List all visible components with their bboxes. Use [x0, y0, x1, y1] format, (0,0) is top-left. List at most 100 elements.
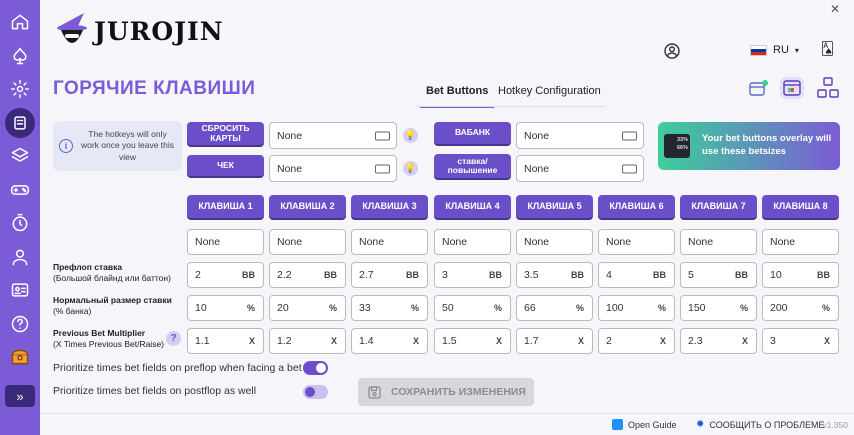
row-1-key-8-field[interactable]: 200%	[762, 295, 839, 321]
row-1-key-6-field[interactable]: 100%	[598, 295, 675, 321]
field-unit: %	[246, 303, 255, 313]
preflop-bet-label: Префлоп ставка (Большой блайнд или баттон…	[53, 262, 171, 285]
tab-bet-buttons[interactable]: Bet Buttons	[419, 85, 495, 108]
row-0-key-4-field[interactable]: 3 BB	[434, 262, 511, 288]
language-selector[interactable]: RU ▾	[750, 44, 799, 56]
key-8-button[interactable]: КЛАВИША 8	[762, 195, 839, 218]
close-window-icon[interactable]: ✕	[830, 2, 840, 16]
row-2-key-4-field[interactable]: 1.5 X	[434, 328, 511, 354]
key-1-button[interactable]: КЛАВИША 1	[187, 195, 264, 218]
field-unit: BB	[653, 270, 666, 280]
row-2-key-1-field[interactable]: 1.1 X	[187, 328, 264, 354]
row-0-key-1-field[interactable]: 2 BB	[187, 262, 264, 288]
row-0-key-5-field[interactable]: 3.5 BB	[516, 262, 593, 288]
expand-sidebar-button[interactable]: »	[5, 385, 35, 407]
question-icon[interactable]: ?	[166, 331, 181, 346]
row-1-key-3-field[interactable]: 33%	[351, 295, 428, 321]
row-2-key-8-field[interactable]: 3X	[762, 328, 839, 354]
layers-icon[interactable]	[5, 141, 35, 171]
window-check-view-button[interactable]	[747, 77, 771, 99]
row-1-key-5-field[interactable]: 66%	[516, 295, 593, 321]
row-1-key-4-field[interactable]: 50%	[434, 295, 511, 321]
wizard-logo-icon	[57, 13, 87, 43]
keyboard-icon[interactable]	[5, 107, 35, 138]
row-0-key-3-field[interactable]: 2.7 BB	[351, 262, 428, 288]
key-3-button[interactable]: КЛАВИША 3	[351, 195, 428, 218]
normal-bet-size-label: Нормальный размер ставки (% банка)	[53, 295, 172, 318]
toggle-preflop[interactable]	[303, 361, 328, 375]
grid-view-button[interactable]	[816, 77, 840, 99]
info-note: i The hotkeys will only work once you le…	[53, 121, 182, 171]
row-2-key-6-field[interactable]: 2X	[598, 328, 675, 354]
row-2-key-3-field[interactable]: 1.4 X	[351, 328, 428, 354]
row-1-key-1-field[interactable]: 10%	[187, 295, 264, 321]
key-4-button[interactable]: КЛАВИША 4	[434, 195, 511, 218]
key-2-button[interactable]: КЛАВИША 2	[269, 195, 346, 218]
key-1-hotkey-field[interactable]: None	[187, 229, 264, 255]
key-5-hotkey-field[interactable]: None	[516, 229, 593, 255]
keyboard-icon	[375, 131, 390, 140]
check-button[interactable]: ЧЕК	[187, 155, 264, 176]
lightbulb-icon[interactable]: 💡	[403, 161, 418, 176]
user-icon[interactable]	[5, 242, 35, 272]
account-icon[interactable]	[664, 43, 680, 59]
version-label: v1.350	[822, 420, 848, 430]
field-value: 200	[770, 302, 788, 314]
spade-icon[interactable]	[5, 41, 35, 71]
check-hotkey-field[interactable]: None	[269, 155, 397, 182]
tab-hotkey-configuration[interactable]: Hotkey Configuration	[498, 85, 601, 97]
bet-raise-hotkey-field[interactable]: None	[516, 155, 644, 182]
row-2-key-7-field[interactable]: 2.3 X	[680, 328, 757, 354]
bet-raise-button[interactable]: ставка/ повышение	[434, 154, 511, 178]
field-unit: X	[823, 336, 830, 346]
row-0-key-6-field[interactable]: 4 BB	[598, 262, 675, 288]
allin-button[interactable]: ВАБАНК	[434, 122, 511, 144]
row-0-key-8-field[interactable]: 10 BB	[762, 262, 839, 288]
field-value: 10	[195, 302, 207, 314]
gear-icon[interactable]	[5, 74, 35, 104]
field-unit: %	[657, 303, 666, 313]
row-2-key-2-field[interactable]: 1.2 X	[269, 328, 346, 354]
playing-cards-icon[interactable]: 🂡	[821, 41, 834, 57]
timer-icon[interactable]	[5, 208, 35, 238]
toggle-postflop[interactable]	[303, 385, 328, 399]
id-card-icon[interactable]	[5, 275, 35, 305]
allin-hotkey-field[interactable]: None	[516, 122, 644, 149]
key-4-hotkey-field[interactable]: None	[434, 229, 511, 255]
fold-hotkey-field[interactable]: None	[269, 122, 397, 149]
key-6-hotkey-field[interactable]: None	[598, 229, 675, 255]
row-2-key-5-field[interactable]: 1.7 X	[516, 328, 593, 354]
help-icon[interactable]	[5, 309, 35, 339]
gamepad-icon[interactable]	[5, 175, 35, 205]
key-5-button[interactable]: КЛАВИША 5	[516, 195, 593, 218]
open-guide-link[interactable]: Open Guide	[612, 419, 677, 430]
home-icon[interactable]	[5, 7, 35, 37]
row-0-key-7-field[interactable]: 5 BB	[680, 262, 757, 288]
row-subtitle: (% банка)	[53, 306, 92, 317]
previous-bet-multiplier-label: Previous Bet Multiplier (X Times Previous…	[53, 328, 164, 351]
floppy-disk-icon	[368, 385, 381, 399]
row-1-key-2-field[interactable]: 20%	[269, 295, 346, 321]
report-problem-link[interactable]: ✹ СООБЩИТЬ О ПРОБЛЕМЕ	[696, 419, 825, 430]
key-3-hotkey-field[interactable]: None	[351, 229, 428, 255]
key-7-hotkey-field[interactable]: None	[680, 229, 757, 255]
key-2-hotkey-field[interactable]: None	[269, 229, 346, 255]
save-changes-button[interactable]: СОХРАНИТЬ ИЗМЕНЕНИЯ	[358, 378, 534, 406]
key-6-button[interactable]: КЛАВИША 6	[598, 195, 675, 218]
key-7-button[interactable]: КЛАВИША 7	[680, 195, 757, 218]
open-guide-label: Open Guide	[628, 419, 677, 430]
guide-icon	[612, 419, 623, 430]
field-unit: X	[741, 336, 748, 346]
lightbulb-icon[interactable]: 💡	[403, 128, 418, 143]
window-flag-view-button[interactable]	[780, 77, 804, 99]
key-8-hotkey-field[interactable]: None	[762, 229, 839, 255]
toggle-preflop-label: Prioritize times bet fields on preflop w…	[53, 362, 302, 374]
row-0-key-2-field[interactable]: 2.2 BB	[269, 262, 346, 288]
treasure-chest-icon[interactable]	[5, 342, 35, 372]
field-value: 3.5	[524, 269, 539, 281]
field-unit: BB	[489, 270, 502, 280]
field-unit: %	[328, 303, 337, 313]
row-1-key-7-field[interactable]: 150%	[680, 295, 757, 321]
fold-button[interactable]: СБРОСИТЬ КАРТЫ	[187, 122, 264, 145]
field-value: 2	[195, 269, 201, 281]
